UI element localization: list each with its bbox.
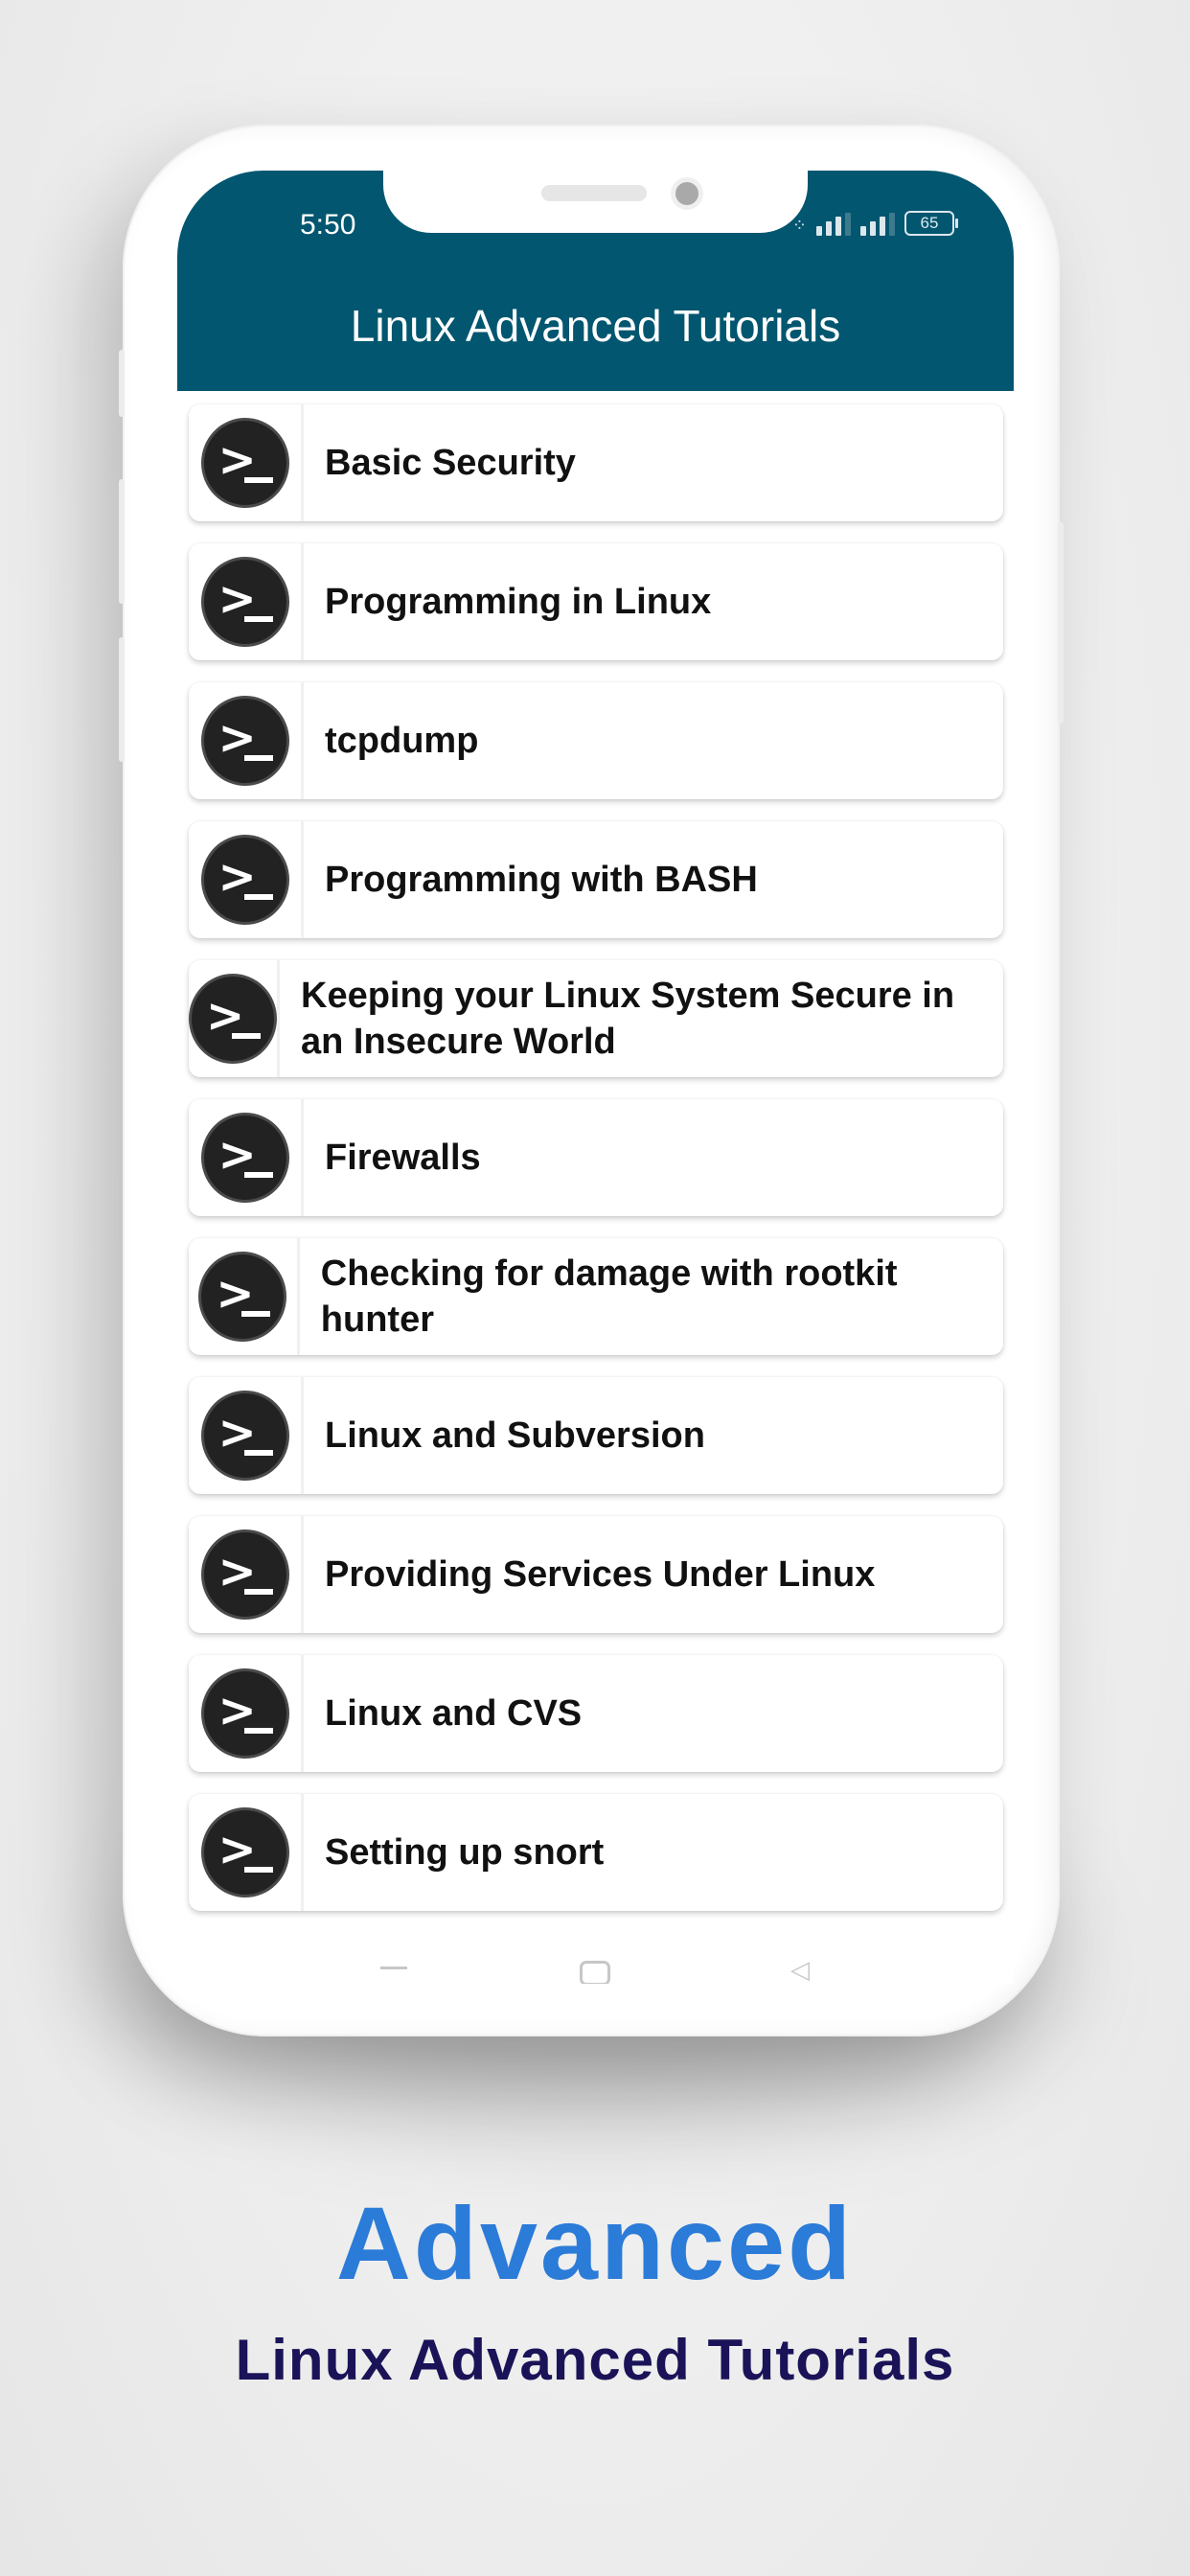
list-item-label: Providing Services Under Linux [325,1554,876,1595]
side-button [119,479,125,604]
list-item[interactable]: > Programming in Linux [189,543,1003,660]
list-item-label: Firewalls [325,1138,481,1178]
list-item-icon-wrap: > [189,1516,304,1633]
list-item[interactable]: > Keeping your Linux System Secure in an … [189,960,1003,1077]
phone-screen: 5:50 ⁘ 65 Linux Advanced Tutorials > Basi… [177,171,1014,1984]
status-icons: ⁘ 65 [792,211,958,236]
list-item-label: Linux and CVS [325,1693,583,1734]
camera-icon [675,182,698,205]
list-item-icon-wrap: > [189,1377,304,1494]
list-item-label: Programming in Linux [325,582,712,622]
list-item[interactable]: > Providing Services Under Linux [189,1516,1003,1633]
terminal-icon: > [200,835,289,925]
list-item-icon-wrap: > [189,404,304,521]
camera-notch [383,171,808,233]
promo-subtitle: Linux Advanced Tutorials [235,2328,955,2392]
list-item-label: Basic Security [325,443,576,483]
terminal-icon: > [198,1252,287,1342]
terminal-icon: > [200,1113,289,1203]
recents-icon[interactable] [380,1966,407,1969]
list-item-label: Setting up snort [325,1832,605,1873]
list-item[interactable]: > Basic Security [189,404,1003,521]
list-item-icon-wrap: > [189,682,304,799]
list-item-icon-wrap: > [189,1238,300,1355]
terminal-icon: > [200,557,289,647]
app-title: Linux Advanced Tutorials [350,301,841,351]
list-item-label: Programming with BASH [325,860,758,900]
list-item[interactable]: > Linux and Subversion [189,1377,1003,1494]
list-item[interactable]: > Programming with BASH [189,821,1003,938]
list-item[interactable]: > Setting up snort [189,1794,1003,1911]
list-item-icon-wrap: > [189,1099,304,1216]
list-item-icon-wrap: > [189,821,304,938]
terminal-icon: > [200,696,289,786]
home-icon[interactable] [580,1961,610,1984]
back-icon[interactable]: ◁ [790,1955,810,1984]
side-button [119,350,125,417]
list-item-label: Linux and Subversion [325,1415,705,1456]
side-button [1058,522,1064,724]
list-item-icon-wrap: > [189,543,304,660]
list-item-label: Keeping your Linux System Secure in an I… [301,976,955,1062]
list-item[interactable]: > Checking for damage with rootkit hunter [189,1238,1003,1355]
promo-headline: Advanced [335,2185,855,2301]
navigation-bar: ◁ [177,1926,1014,1984]
tutorial-list: > Basic Security > Programming in Linux > tcp… [189,404,1003,1933]
list-item[interactable]: > Linux and CVS [189,1655,1003,1772]
signal-icon [816,213,851,236]
list-item-icon-wrap: > [189,1655,304,1772]
list-item-icon-wrap: > [189,960,280,1077]
status-time: 5:50 [300,209,356,241]
terminal-icon: > [189,974,277,1064]
speaker-grille [541,185,647,201]
list-item-icon-wrap: > [189,1794,304,1911]
side-button [119,637,125,762]
terminal-icon: > [200,1668,289,1759]
signal-icon [860,213,895,236]
terminal-icon: > [200,418,289,508]
list-item[interactable]: > tcpdump [189,682,1003,799]
terminal-icon: > [200,1807,289,1898]
list-item[interactable]: > Firewalls [189,1099,1003,1216]
terminal-icon: > [200,1530,289,1620]
battery-icon: 65 [904,211,958,236]
list-item-label: Checking for damage with rootkit hunter [320,1254,898,1340]
terminal-icon: > [200,1391,289,1481]
list-item-label: tcpdump [325,721,479,761]
